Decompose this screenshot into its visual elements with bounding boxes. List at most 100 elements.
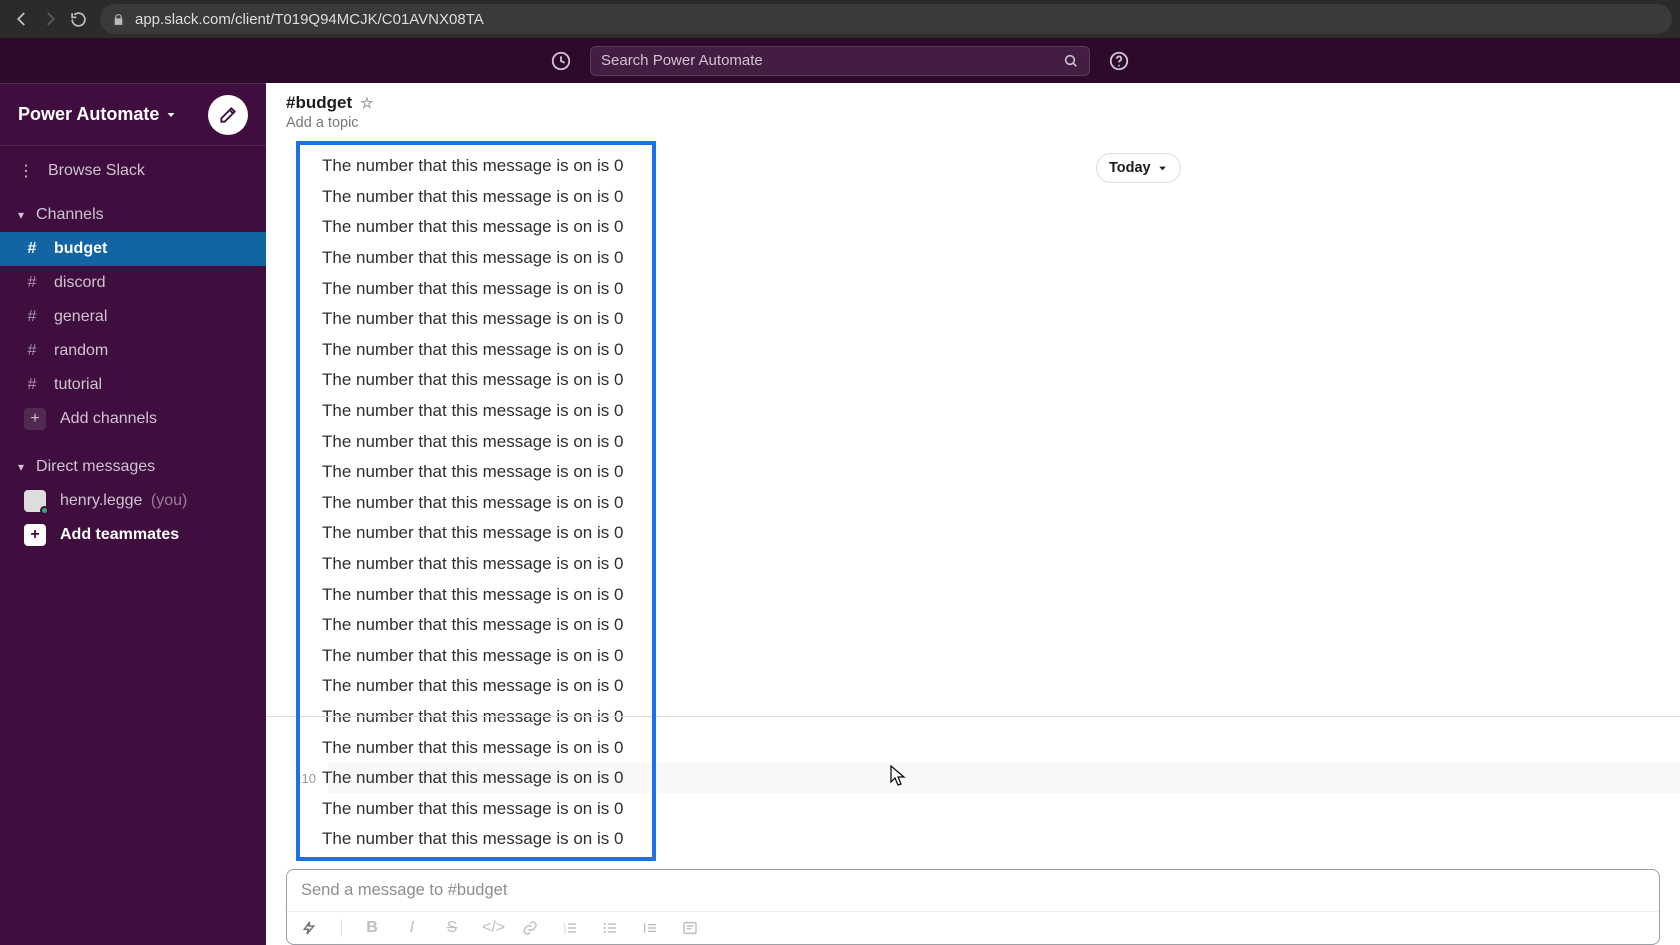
message-row[interactable]: :10The number that this message is on is…: [328, 243, 1680, 274]
dm-self[interactable]: henry.legge (you): [0, 484, 266, 518]
sidebar: Power Automate ⋮ Browse Slack ▾ Channels…: [0, 83, 266, 945]
ordered-list-icon[interactable]: 123: [562, 920, 582, 936]
channels-section-toggle[interactable]: ▾ Channels: [0, 198, 266, 232]
composer-toolbar: B I S </> 123: [287, 912, 1659, 944]
date-pill[interactable]: Today: [1096, 153, 1181, 183]
channel-label: budget: [54, 240, 107, 258]
hash-icon: #: [24, 308, 40, 326]
strike-icon[interactable]: S: [442, 919, 462, 937]
message-text: The number that this message is on is 0: [322, 676, 623, 696]
sidebar-channel-general[interactable]: # general: [0, 300, 266, 334]
message-row[interactable]: :10The number that this message is on is…: [328, 335, 1680, 366]
message-text: The number that this message is on is 0: [322, 829, 623, 849]
chevron-down-icon: [165, 109, 177, 121]
sidebar-channel-budget[interactable]: # budget: [0, 232, 266, 266]
message-row[interactable]: :10The number that this message is on is…: [328, 518, 1680, 549]
chevron-down-icon: [1157, 163, 1168, 174]
compose-button[interactable]: [208, 95, 248, 135]
channel-label: general: [54, 308, 107, 326]
bullet-list-icon[interactable]: [602, 920, 622, 936]
message-text: The number that this message is on is 0: [322, 523, 623, 543]
message-row[interactable]: :10The number that this message is on is…: [328, 763, 1680, 794]
message-text: The number that this message is on is 0: [322, 340, 623, 360]
code-icon[interactable]: </>: [482, 919, 502, 937]
channel-topic-button[interactable]: Add a topic: [286, 115, 1660, 131]
channels-section-label: Channels: [36, 206, 104, 224]
star-icon[interactable]: ☆: [360, 94, 373, 112]
help-icon[interactable]: [1108, 50, 1130, 72]
message-text: The number that this message is on is 0: [322, 799, 623, 819]
workspace-switcher[interactable]: Power Automate: [18, 104, 177, 125]
day-divider: [266, 716, 1680, 717]
add-teammates-button[interactable]: + Add teammates: [0, 518, 266, 552]
plus-icon: +: [24, 408, 46, 430]
channel-view: #budget ☆ Add a topic Today :10The numbe…: [266, 83, 1680, 945]
message-text: The number that this message is on is 0: [322, 493, 623, 513]
message-text: The number that this message is on is 0: [322, 432, 623, 452]
message-text: The number that this message is on is 0: [322, 156, 623, 176]
message-row[interactable]: :10The number that this message is on is…: [328, 304, 1680, 335]
message-row[interactable]: :10The number that this message is on is…: [328, 732, 1680, 763]
add-teammates-label: Add teammates: [60, 526, 179, 544]
message-row[interactable]: :10The number that this message is on is…: [328, 182, 1680, 213]
message-composer[interactable]: Send a message to #budget B I S </> 12: [286, 869, 1660, 945]
message-timestamp: :10: [278, 771, 322, 786]
message-row[interactable]: :10The number that this message is on is…: [328, 579, 1680, 610]
message-row[interactable]: :10The number that this message is on is…: [328, 793, 1680, 824]
hash-icon: #: [24, 240, 40, 258]
message-list: :10The number that this message is on is…: [328, 151, 1680, 855]
channel-label: discord: [54, 274, 106, 292]
caret-down-icon: ▾: [18, 208, 24, 222]
message-text: The number that this message is on is 0: [322, 279, 623, 299]
you-tag: (you): [151, 492, 187, 509]
link-icon[interactable]: [522, 920, 542, 936]
message-row[interactable]: :10The number that this message is on is…: [328, 365, 1680, 396]
browser-chrome: app.slack.com/client/T019Q94MCJK/C01AVNX…: [0, 0, 1680, 38]
message-text: The number that this message is on is 0: [322, 370, 623, 390]
add-channels-button[interactable]: + Add channels: [0, 402, 266, 436]
dm-section-toggle[interactable]: ▾ Direct messages: [0, 450, 266, 484]
browser-address-bar[interactable]: app.slack.com/client/T019Q94MCJK/C01AVNX…: [100, 4, 1672, 34]
codeblock-icon[interactable]: [682, 920, 702, 936]
message-row[interactable]: :10The number that this message is on is…: [328, 641, 1680, 672]
message-row[interactable]: :10The number that this message is on is…: [328, 824, 1680, 855]
browse-slack-button[interactable]: ⋮ Browse Slack: [0, 154, 266, 188]
history-icon[interactable]: [550, 50, 572, 72]
bold-icon[interactable]: B: [362, 919, 382, 937]
sidebar-channel-random[interactable]: # random: [0, 334, 266, 368]
dm-section-label: Direct messages: [36, 458, 155, 476]
message-row[interactable]: :10The number that this message is on is…: [328, 457, 1680, 488]
mouse-cursor-icon: [890, 765, 906, 787]
hash-icon: #: [24, 342, 40, 360]
message-row[interactable]: :10The number that this message is on is…: [328, 671, 1680, 702]
message-row[interactable]: :10The number that this message is on is…: [328, 151, 1680, 182]
search-input[interactable]: Search Power Automate: [590, 46, 1090, 76]
message-row[interactable]: :10The number that this message is on is…: [328, 212, 1680, 243]
channel-title[interactable]: #budget: [286, 93, 352, 113]
message-row[interactable]: :10The number that this message is on is…: [328, 610, 1680, 641]
channel-label: random: [54, 342, 108, 360]
browser-back-button[interactable]: [8, 5, 36, 33]
shortcuts-icon[interactable]: [301, 920, 321, 936]
message-row[interactable]: :10The number that this message is on is…: [328, 488, 1680, 519]
message-text: The number that this message is on is 0: [322, 768, 623, 788]
browser-reload-button[interactable]: [64, 5, 92, 33]
composer-input[interactable]: Send a message to #budget: [287, 870, 1659, 912]
avatar: [24, 490, 46, 512]
message-row[interactable]: :10The number that this message is on is…: [328, 426, 1680, 457]
sidebar-channel-discord[interactable]: #discord: [0, 266, 266, 300]
caret-down-icon: ▾: [18, 460, 24, 474]
sidebar-channel-tutorial[interactable]: #tutorial: [0, 368, 266, 402]
message-row[interactable]: :10The number that this message is on is…: [328, 549, 1680, 580]
message-text: The number that this message is on is 0: [322, 401, 623, 421]
browser-forward-button[interactable]: [36, 5, 64, 33]
message-text: The number that this message is on is 0: [322, 554, 623, 574]
message-text: The number that this message is on is 0: [322, 309, 623, 329]
blockquote-icon[interactable]: [642, 920, 662, 936]
message-text: The number that this message is on is 0: [322, 738, 623, 758]
more-icon: ⋮: [18, 161, 36, 181]
browse-slack-label: Browse Slack: [48, 162, 145, 180]
message-row[interactable]: :10The number that this message is on is…: [328, 273, 1680, 304]
italic-icon[interactable]: I: [402, 919, 422, 937]
message-row[interactable]: :10The number that this message is on is…: [328, 396, 1680, 427]
